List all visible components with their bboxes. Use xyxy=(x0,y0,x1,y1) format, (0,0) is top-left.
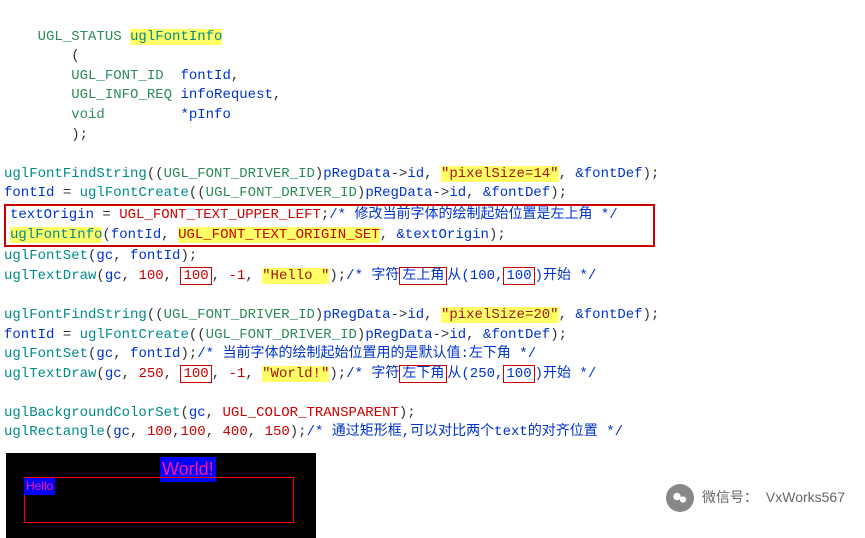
l10-fn: uglTextDraw xyxy=(4,366,96,382)
l1-arg1a: pRegData xyxy=(323,166,390,182)
rendered-hello: Hello xyxy=(24,478,55,495)
l1-arg2: "pixelSize=14" xyxy=(441,166,559,182)
l8-arg1a: pRegData xyxy=(365,327,432,343)
l2-arg3: &fontDef xyxy=(483,185,550,201)
l3-rhs: UGL_FONT_TEXT_UPPER_LEFT xyxy=(119,207,321,223)
rendered-rect xyxy=(24,477,294,523)
param2-type: UGL_INFO_REQ xyxy=(71,87,172,103)
l6-cbox: 左上角 xyxy=(399,267,447,285)
l7-arg3: &fontDef xyxy=(575,307,642,323)
fn-find1: uglFontFindString xyxy=(4,166,147,182)
l9-a1: gc xyxy=(96,346,113,362)
l4-a2: UGL_FONT_TEXT_ORIGIN_SET xyxy=(178,227,380,243)
l12-a5: 150 xyxy=(265,424,290,440)
param2-name: infoRequest xyxy=(180,87,272,103)
l7-arg1b: id xyxy=(407,307,424,323)
l2-fn: uglFontCreate xyxy=(80,185,189,201)
l6-a4: -1 xyxy=(229,268,246,284)
l6-a3: 100 xyxy=(180,267,211,285)
l2-cast: UGL_FONT_DRIVER_ID xyxy=(206,185,357,201)
wechat-icon xyxy=(666,484,694,512)
fn-name: uglFontInfo xyxy=(130,29,222,45)
l11-fn: uglBackgroundColorSet xyxy=(4,405,180,421)
l10-c3: )开始 */ xyxy=(535,366,597,382)
l1-arg1b: id xyxy=(407,166,424,182)
l9-fn: uglFontSet xyxy=(4,346,88,362)
l6-fn: uglTextDraw xyxy=(4,268,96,284)
l7-cast: UGL_FONT_DRIVER_ID xyxy=(164,307,315,323)
watermark: 微信号： VxWorks567 xyxy=(666,484,845,512)
l12-a1: gc xyxy=(113,424,130,440)
l11-a2: UGL_COLOR_TRANSPARENT xyxy=(222,405,398,421)
l12-a3: 100 xyxy=(180,424,205,440)
l1-arg3: &fontDef xyxy=(575,166,642,182)
l7-fn: uglFontFindString xyxy=(4,307,147,323)
l8-arg1b: id xyxy=(449,327,466,343)
l2-lhs: fontId xyxy=(4,185,54,201)
cast1: UGL_FONT_DRIVER_ID xyxy=(164,166,315,182)
l8-lhs: fontId xyxy=(4,327,54,343)
l4-a3: &textOrigin xyxy=(397,227,489,243)
l10-c1: /* 字符 xyxy=(346,366,399,382)
l8-cast: UGL_FONT_DRIVER_ID xyxy=(206,327,357,343)
l8-arg3: &fontDef xyxy=(483,327,550,343)
watermark-value: VxWorks567 xyxy=(766,488,845,508)
l10-a4: -1 xyxy=(229,366,246,382)
l12-a4: 400 xyxy=(223,424,248,440)
l9-comment: /* 当前字体的绘制起始位置用的是默认值:左下角 */ xyxy=(197,346,536,362)
l6-c3: )开始 */ xyxy=(535,268,597,284)
l10-cbox: 左下角 xyxy=(399,365,447,383)
param3-type: void xyxy=(71,107,105,123)
l12-a2: 100 xyxy=(147,424,172,440)
l4-a1: fontId xyxy=(111,227,161,243)
decl-line: UGL_STATUS uglFontInfo xyxy=(4,29,222,45)
l3-comment: /* 修改当前字体的绘制起始位置是左上角 */ xyxy=(329,207,617,223)
l10-a3: 100 xyxy=(180,365,211,383)
l11-a1: gc xyxy=(189,405,206,421)
render-preview: World! Hello xyxy=(6,453,316,538)
ret-type: UGL_STATUS xyxy=(38,29,122,45)
l6-c2: 从(100, xyxy=(447,268,503,284)
l4-fn: uglFontInfo xyxy=(10,227,102,243)
l2-arg1a: pRegData xyxy=(365,185,432,201)
highlight-box: textOrigin = UGL_FONT_TEXT_UPPER_LEFT;/*… xyxy=(4,204,655,247)
l6-c1: /* 字符 xyxy=(346,268,399,284)
watermark-label: 微信号： xyxy=(702,488,758,508)
l6-a2: 100 xyxy=(138,268,163,284)
l10-a1: gc xyxy=(105,366,122,382)
l12-fn: uglRectangle xyxy=(4,424,105,440)
l6-a1: gc xyxy=(105,268,122,284)
decl-close: ); xyxy=(71,127,88,143)
l5-a1: gc xyxy=(96,248,113,264)
l10-a5: "World!" xyxy=(262,366,329,382)
param1-name: fontId xyxy=(180,68,230,84)
l5-a2: fontId xyxy=(130,248,180,264)
l5-fn: uglFontSet xyxy=(4,248,88,264)
l2-arg1b: id xyxy=(449,185,466,201)
code-block: UGL_STATUS uglFontInfo ( UGL_FONT_ID fon… xyxy=(0,0,865,447)
l7-arg1a: pRegData xyxy=(323,307,390,323)
l12-comment: /* 通过矩形框,可以对比两个text的对齐位置 */ xyxy=(307,424,623,440)
l8-fn: uglFontCreate xyxy=(80,327,189,343)
l6-a5: "Hello " xyxy=(262,268,329,284)
l6-c2box: 100 xyxy=(503,267,534,285)
l10-a2: 250 xyxy=(138,366,163,382)
l3-lhs: textOrigin xyxy=(10,207,94,223)
param1-type: UGL_FONT_ID xyxy=(71,68,163,84)
l10-c2: 从(250, xyxy=(447,366,503,382)
param3-ptr: *pInfo xyxy=(180,107,230,123)
l10-c2box: 100 xyxy=(503,365,534,383)
l9-a2: fontId xyxy=(130,346,180,362)
l7-arg2: "pixelSize=20" xyxy=(441,307,559,323)
